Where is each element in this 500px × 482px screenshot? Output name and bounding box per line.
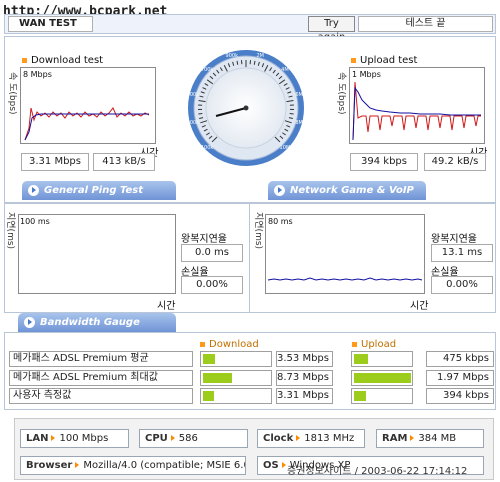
voip-xlabel: 시간 (410, 301, 429, 312)
upload-kbps-field: 394 kbps (350, 153, 418, 171)
download-ylabel: 속 도(bps) (7, 72, 17, 115)
gauge-row-label: 메가패스 ADSL Premium 평균 (9, 351, 193, 367)
gauge-fill (203, 373, 232, 383)
ping-ymax: 100 ms (20, 217, 50, 226)
bullet-icon (352, 341, 357, 347)
download-gauge-value: 8.73 Mbps (276, 370, 333, 386)
voip-delay-field: 13.1 ms (431, 244, 493, 262)
upload-kbs-field: 49.2 kB/s (424, 153, 486, 171)
arrow-right-icon (51, 435, 56, 441)
upload-gauge-value: 475 kbps (426, 351, 494, 367)
try-again-button[interactable]: Try again (308, 16, 355, 43)
speedometer: 100k 300k 500k 700k 900k 2M 4M 6M 8M 10M (186, 48, 306, 168)
gauge-row-label: 메가패스 ADSL Premium 최대값 (9, 370, 193, 386)
browser-info: Browser Mozilla/4.0 (compatible; MSIE 6.0 (20, 456, 246, 475)
arrow-right-icon (296, 435, 301, 441)
ping-loss-field: 0.00% (181, 276, 243, 294)
tab-general-ping-test[interactable]: General Ping Test (22, 181, 176, 200)
ram-info: RAM 384 MB (376, 429, 484, 448)
upload-gauge-header: Upload (352, 339, 396, 350)
upload-ymax: 1 Mbps (352, 70, 381, 79)
download-gauge-value: 3.53 Mbps (276, 351, 333, 367)
clock-info: Clock 1813 MHz (257, 429, 365, 448)
arrow-right-icon (281, 462, 286, 468)
arrow-circle-icon (28, 185, 39, 196)
dial-label: 8M (295, 120, 303, 126)
gauge-fill (203, 354, 215, 364)
ping-line-chart (19, 215, 175, 293)
lan-info: LAN 100 Mbps (20, 429, 129, 448)
dial-label: 6M (295, 92, 303, 98)
gauge-row-label: 사용자 측정값 (9, 388, 193, 404)
arrow-circle-icon (274, 185, 285, 196)
download-gauge-bar (200, 388, 272, 404)
upload-gauge-value: 394 kbps (426, 388, 494, 404)
dial-label: 100k (201, 145, 214, 151)
ping-xlabel: 시간 (157, 301, 176, 312)
voip-chart (265, 214, 425, 294)
download-gauge-bar (200, 351, 272, 367)
download-ymax: 8 Mbps (23, 70, 52, 79)
download-title: Download test (22, 55, 103, 66)
download-gauge-value: 3.31 Mbps (276, 388, 333, 404)
status-field: 테스트 끝 (358, 16, 493, 32)
bullet-icon (200, 341, 205, 347)
voip-line-chart (267, 277, 423, 281)
tab-bandwidth-gauge[interactable]: Bandwidth Gauge (18, 313, 176, 332)
timestamp-stamp: 증권정보사이트 / 2003-06-22 17:14:12 (287, 466, 468, 477)
upload-gauge-value: 1.97 Mbps (426, 370, 494, 386)
page-title: WAN TEST (8, 16, 93, 32)
upload-gauge-bar (351, 370, 413, 386)
dial-label: 500k (187, 92, 200, 98)
ping-ylabel: 지연(ms) (5, 212, 15, 250)
arrow-right-icon (170, 435, 175, 441)
download-gauge-bar (200, 370, 272, 386)
cpu-info: CPU 586 (139, 429, 248, 448)
upload-gauge-bar (351, 351, 413, 367)
download-mbps-field: 3.31 Mbps (21, 153, 89, 171)
arrow-right-icon (75, 462, 80, 468)
ping-delay-label: 왕복지연율 (181, 234, 227, 245)
ping-delay-field: 0.0 ms (181, 244, 243, 262)
arrow-right-icon (410, 435, 415, 441)
voip-ymax: 80 ms (268, 217, 293, 226)
tab-network-game-voip-test[interactable]: Network Game & VoIP Test (268, 181, 426, 215)
dial-tick (289, 113, 294, 115)
upload-ylabel: 속 도(bps) (336, 72, 346, 115)
dial-label: 300k (187, 120, 200, 126)
voip-loss-field: 0.00% (431, 276, 493, 294)
panel-divider (249, 203, 250, 313)
upload-line-chart (352, 81, 481, 141)
voip-delay-label: 왕복지연율 (431, 234, 477, 245)
gauge-fill (354, 373, 411, 383)
download-kbs-field: 413 kB/s (93, 153, 155, 171)
dial-label: 2M (256, 53, 264, 59)
ping-chart (18, 214, 176, 294)
bullet-icon (22, 57, 27, 63)
gauge-fill (354, 391, 366, 401)
bullet-icon (351, 57, 356, 63)
upload-title: Upload test (351, 55, 417, 66)
dial-label: 700k (201, 67, 214, 73)
upload-gauge-bar (351, 388, 413, 404)
dial-tick (198, 113, 203, 115)
gauge-fill (354, 354, 368, 364)
dial-label: 4M (281, 67, 289, 73)
dial-label: 900k (226, 53, 239, 59)
arrow-circle-icon (24, 317, 35, 328)
download-line-chart (24, 107, 150, 141)
download-gauge-header: Download (200, 339, 259, 350)
gauge-fill (203, 391, 214, 401)
dial-label: 10M (280, 145, 291, 151)
speedometer-dial: 100k 300k 500k 700k 900k 2M 4M 6M 8M 10M (187, 50, 304, 166)
